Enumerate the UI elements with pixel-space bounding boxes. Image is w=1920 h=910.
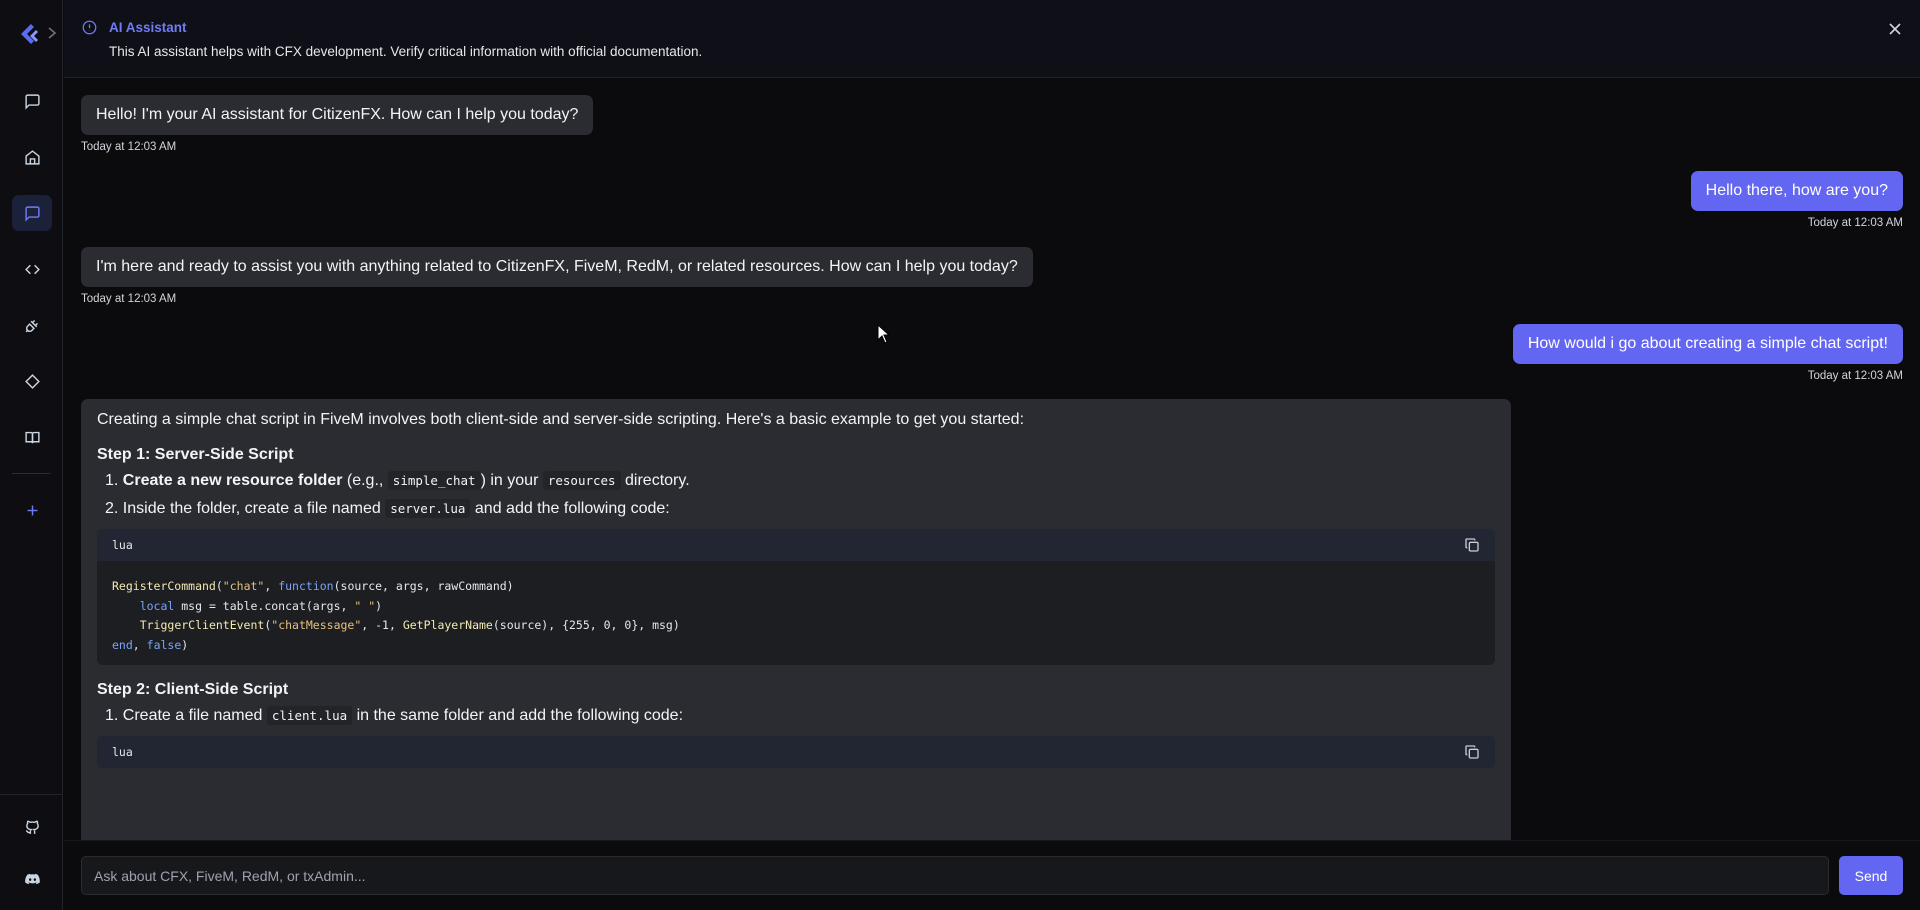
book-icon xyxy=(24,431,40,443)
list-item-bold: Create a new resource folder xyxy=(122,472,343,489)
assistant-message: I'm here and ready to assist you with an… xyxy=(81,247,1033,287)
step1-list: 1. Create a new resource folder (e.g., s… xyxy=(97,471,1495,519)
list-number: 1. xyxy=(105,472,119,489)
sidebar-item-github[interactable] xyxy=(12,809,52,845)
sidebar-item-home[interactable] xyxy=(12,139,52,175)
composer: Send xyxy=(64,840,1920,910)
list-item-text: in the same folder and add the following… xyxy=(352,707,684,724)
answer-intro: Creating a simple chat script in FiveM i… xyxy=(97,411,1025,428)
list-item-text: Create a file named xyxy=(122,707,267,724)
assistant-message: Hello! I'm your AI assistant for Citizen… xyxy=(81,95,594,135)
message-timestamp: Today at 12:03 AM xyxy=(1807,217,1903,229)
sidebar-divider xyxy=(12,473,50,474)
message-input[interactable] xyxy=(81,856,1829,895)
code-block: lua xyxy=(97,736,1495,768)
step2-list: 1. Create a file named client.lua in the… xyxy=(97,706,1495,726)
list-number: 1. xyxy=(105,707,119,724)
close-icon[interactable] xyxy=(1888,22,1902,36)
code-block-header: lua xyxy=(97,736,1495,768)
app-root: AI Assistant This AI assistant helps wit… xyxy=(0,0,1920,910)
plus-icon xyxy=(27,505,37,515)
code-block-header: lua xyxy=(97,529,1495,561)
step2-heading: Step 2: Client-Side Script xyxy=(97,681,289,698)
github-icon xyxy=(25,820,39,834)
sidebar-item-assistant[interactable] xyxy=(12,195,52,231)
copy-icon[interactable] xyxy=(1464,744,1480,760)
chevron-right-icon[interactable] xyxy=(45,25,59,41)
list-item-text: (e.g., xyxy=(342,472,388,489)
sidebar-bottom-divider xyxy=(0,794,63,795)
plug-icon xyxy=(25,319,38,332)
assistant-answer: Creating a simple chat script in FiveM i… xyxy=(81,399,1511,840)
sidebar-item-chat[interactable] xyxy=(12,83,52,119)
step1-heading: Step 1: Server-Side Script xyxy=(97,446,294,463)
list-item: 1. Create a file named client.lua in the… xyxy=(97,706,1495,726)
sidebar-item-resources[interactable] xyxy=(12,363,52,399)
code-language: lua xyxy=(112,538,133,552)
code-icon xyxy=(24,264,40,274)
mouse-cursor-icon xyxy=(877,324,891,344)
sidebar-item-code[interactable] xyxy=(12,251,52,287)
banner-title: AI Assistant xyxy=(109,20,187,35)
message-timestamp: Today at 12:03 AM xyxy=(81,141,177,153)
banner-description: This AI assistant helps with CFX develop… xyxy=(109,44,703,59)
message-timestamp: Today at 12:03 AM xyxy=(81,293,177,305)
list-item: 2. Inside the folder, create a file name… xyxy=(97,499,1495,519)
home-icon xyxy=(24,149,40,165)
sidebar-item-docs[interactable] xyxy=(12,419,52,455)
code-block: lua RegisterCommand("chat", function(sou… xyxy=(97,529,1495,665)
list-item-text: and add the following code: xyxy=(470,500,670,517)
inline-code: client.lua xyxy=(266,706,353,725)
copy-icon[interactable] xyxy=(1464,537,1480,553)
assistant-banner: AI Assistant This AI assistant helps wit… xyxy=(64,0,1920,78)
list-item-text: Inside the folder, create a file named xyxy=(122,500,386,517)
logo-icon[interactable] xyxy=(17,22,41,46)
sidebar xyxy=(0,0,63,910)
inline-code: simple_chat xyxy=(387,471,481,490)
info-icon xyxy=(82,20,97,35)
inline-code: server.lua xyxy=(385,499,471,518)
chat-messages[interactable]: Hello! I'm your AI assistant for Citizen… xyxy=(64,78,1920,840)
code-content: RegisterCommand("chat", function(source,… xyxy=(112,579,680,652)
inline-code: resources xyxy=(542,471,621,490)
user-message: Hello there, how are you? xyxy=(1690,171,1903,211)
message-timestamp: Today at 12:03 AM xyxy=(1807,370,1903,382)
list-item-text: directory. xyxy=(620,472,690,489)
discord-icon xyxy=(24,873,40,884)
list-item-text: ) in your xyxy=(480,472,543,489)
sidebar-item-plugins[interactable] xyxy=(12,307,52,343)
chat-icon xyxy=(24,205,40,222)
code-language: lua xyxy=(112,745,133,759)
diamond-icon xyxy=(24,373,40,389)
user-message: How would i go about creating a simple c… xyxy=(1512,324,1903,364)
list-item: 1. Create a new resource folder (e.g., s… xyxy=(97,471,1495,491)
chat-icon xyxy=(24,93,40,110)
sidebar-item-add[interactable] xyxy=(12,492,52,528)
sidebar-item-discord[interactable] xyxy=(12,861,52,897)
send-button[interactable]: Send xyxy=(1839,856,1903,895)
list-number: 2. xyxy=(105,500,119,517)
